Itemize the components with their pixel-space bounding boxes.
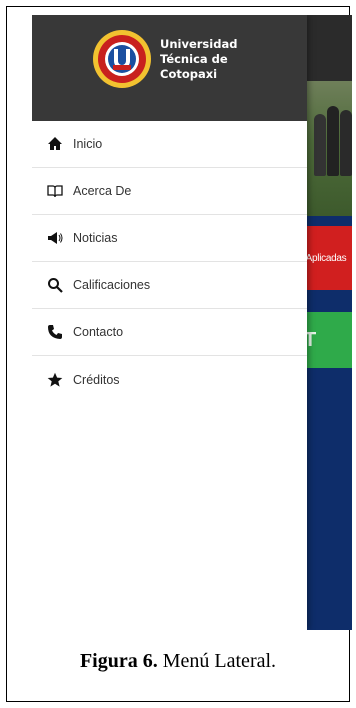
book-icon <box>46 182 64 200</box>
menu-item-contacto[interactable]: Contacto <box>32 309 307 356</box>
brand-line-3: Cotopaxi <box>160 67 218 81</box>
utc-seal-logo <box>93 30 151 88</box>
aplicadas-button[interactable]: Aplicadas <box>300 226 352 290</box>
menu-item-label: Inicio <box>73 137 103 151</box>
caption-text: Menú Lateral. <box>157 650 277 672</box>
menu-item-calificaciones[interactable]: Calificaciones <box>32 262 307 309</box>
search-icon <box>46 276 64 294</box>
phone-icon <box>46 323 64 341</box>
megaphone-icon <box>46 229 64 247</box>
menu-item-inicio[interactable]: Inicio <box>32 121 307 168</box>
menu-item-label: Contacto <box>73 325 124 339</box>
brand-line-1: Universidad <box>160 37 238 51</box>
star-icon <box>46 371 64 389</box>
menu-item-noticias[interactable]: Noticias <box>32 215 307 262</box>
figure-caption: Figura 6. Menú Lateral. <box>6 650 350 673</box>
side-drawer: Universidad Técnica de Cotopaxi Inicio A… <box>32 15 307 630</box>
menu-item-label: Créditos <box>73 372 120 387</box>
drawer-menu: Inicio Acerca De Noticias Calificaciones <box>32 121 307 403</box>
menu-item-label: Calificaciones <box>73 278 151 292</box>
brand-line-2: Técnica de <box>160 52 228 66</box>
menu-item-acerca-de[interactable]: Acerca De <box>32 168 307 215</box>
green-action-button[interactable]: T <box>300 312 352 368</box>
drawer-header: Universidad Técnica de Cotopaxi <box>32 15 307 121</box>
university-name: Universidad Técnica de Cotopaxi <box>160 37 280 82</box>
menu-item-creditos[interactable]: Créditos <box>32 356 307 403</box>
caption-figure-number: Figura 6. <box>79 650 158 672</box>
home-icon <box>46 135 64 153</box>
menu-item-label: Acerca De <box>73 184 132 198</box>
menu-item-label: Noticias <box>73 231 118 245</box>
app-screenshot: Aplicadas T Universidad Técnica de Cotop… <box>32 15 352 630</box>
